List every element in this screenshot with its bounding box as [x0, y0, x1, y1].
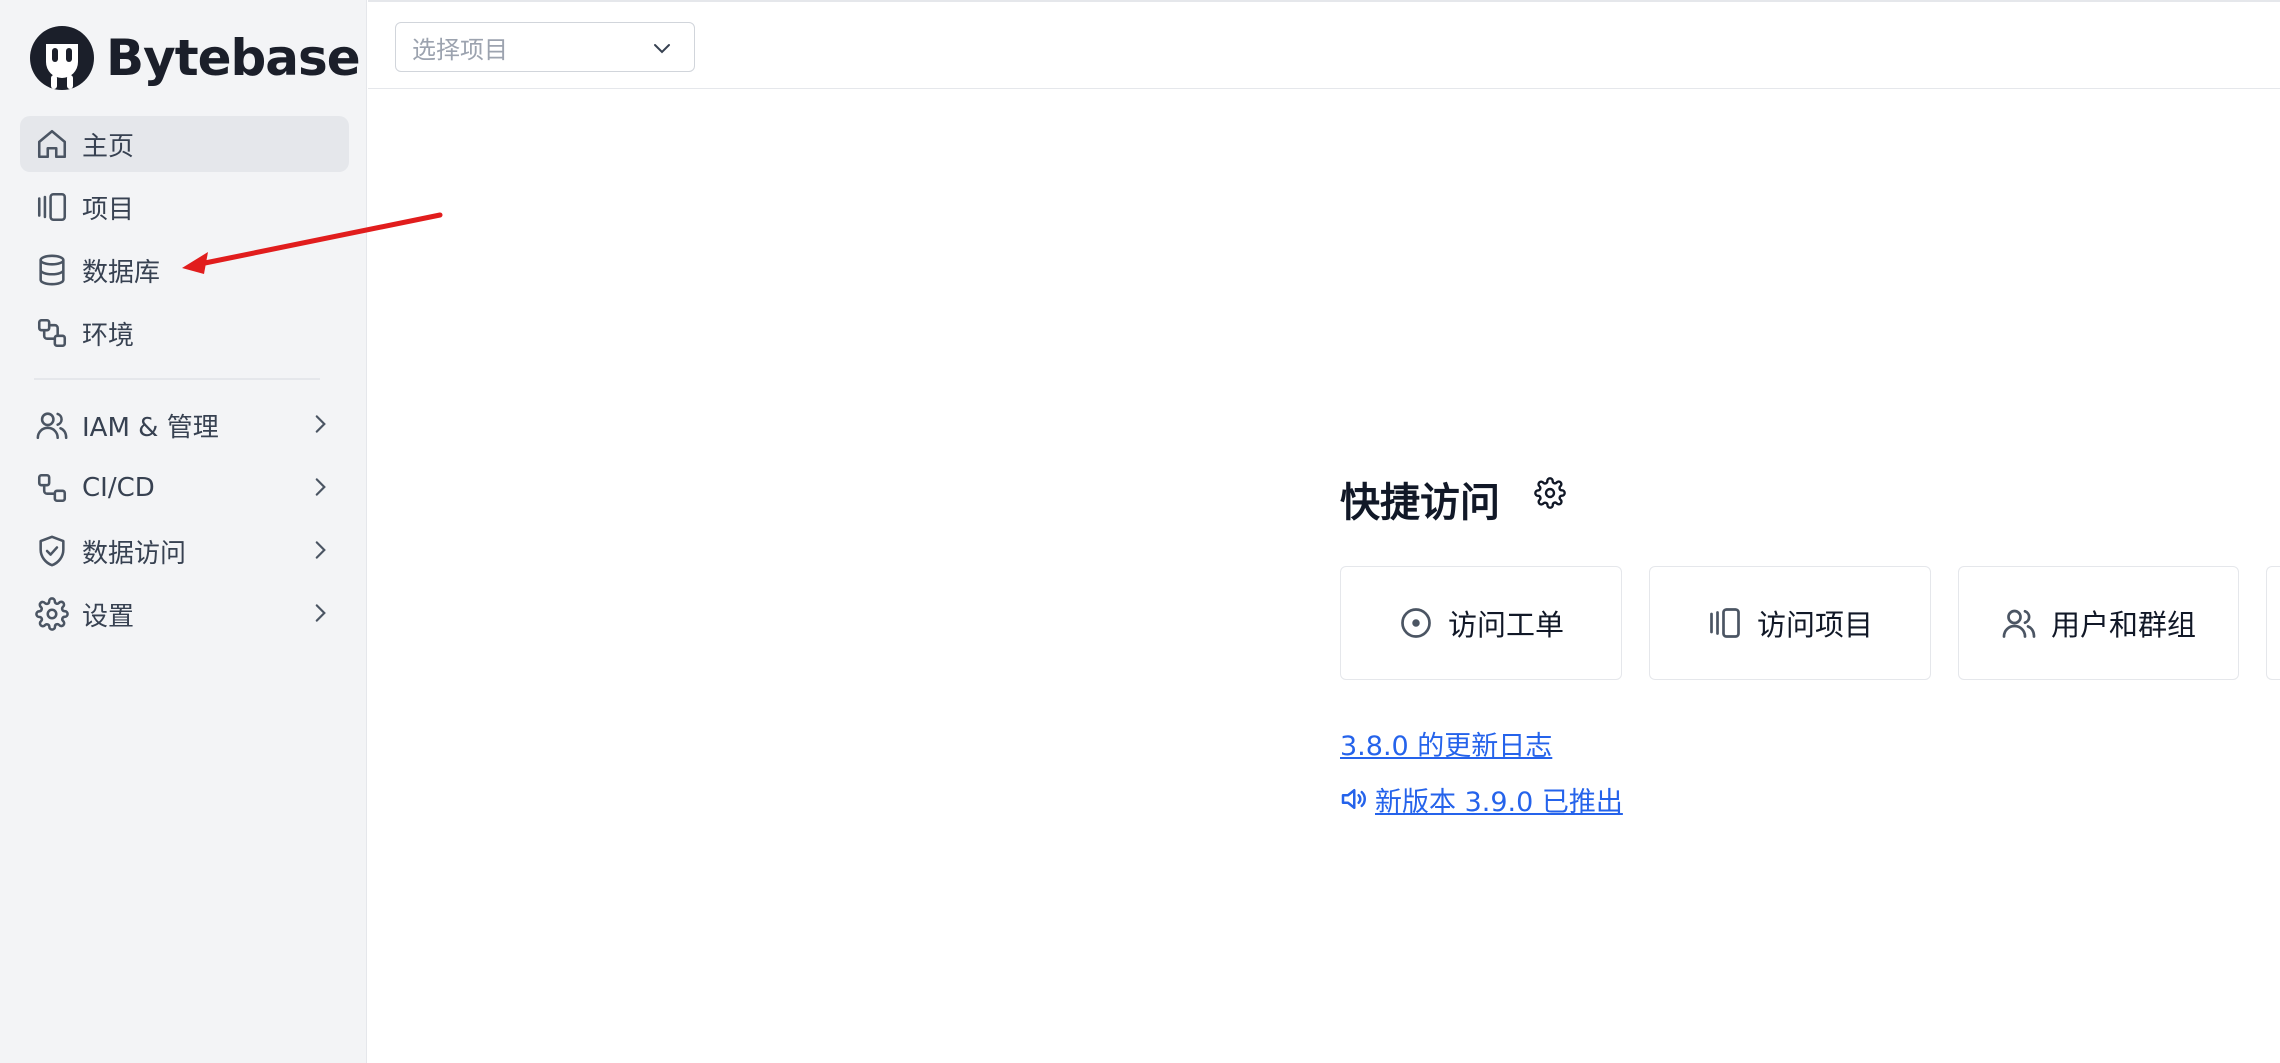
- bytebase-logo-icon: [30, 26, 94, 90]
- issue-circle-icon: [1401, 608, 1431, 638]
- users-icon: [30, 403, 74, 447]
- sidebar-group-settings[interactable]: 设置: [20, 586, 349, 642]
- sidebar-item-project[interactable]: 项目: [20, 179, 349, 235]
- quick-access-card-label: 访问项目: [1756, 608, 1873, 642]
- shield-check-icon: [30, 529, 74, 573]
- quick-access-title: 快捷访问: [1340, 480, 1500, 526]
- sidebar-group-label: 设置: [82, 601, 135, 632]
- gear-icon: [30, 592, 74, 636]
- topbar: 选择项目: [368, 0, 2280, 89]
- project-select-placeholder: 选择项目: [412, 35, 508, 64]
- quick-access-card-label: 访问工单: [1447, 608, 1564, 642]
- sidebar-item-label: 项目: [82, 194, 135, 225]
- brand-logo[interactable]: Bytebase: [28, 24, 361, 92]
- sidebar-item-home[interactable]: 主页: [20, 116, 349, 172]
- chevron-right-icon: [315, 604, 326, 622]
- sidebar-group-label: CI/CD: [82, 473, 155, 503]
- changelog-link[interactable]: 3.8.0 的更新日志: [1340, 724, 1552, 763]
- sidebar-item-database[interactable]: 数据库: [20, 242, 349, 298]
- speaker-icon: [1341, 789, 1366, 809]
- brand-name: Bytebase: [106, 29, 361, 87]
- sidebar-group-label: IAM & 管理: [82, 412, 219, 443]
- sidebar-group-data-access[interactable]: 数据访问: [20, 523, 349, 579]
- quick-access-card-users-groups[interactable]: 用户和群组: [1958, 566, 2239, 680]
- sidebar-item-label: 环境: [82, 320, 135, 351]
- project-icon: [30, 185, 74, 229]
- sidebar-group-cicd[interactable]: CI/CD: [20, 460, 349, 516]
- quick-access-card-partial[interactable]: [2266, 566, 2280, 680]
- sidebar-group-iam[interactable]: IAM & 管理: [20, 397, 349, 453]
- cicd-icon: [30, 466, 74, 510]
- app-window: Bytebase 主页 项目 数据库 环境 IAM & 管理 CI/CD 数据访…: [0, 0, 2280, 1063]
- users-icon: [2002, 609, 2036, 638]
- chevron-right-icon: [315, 541, 326, 559]
- quick-access-settings-icon[interactable]: [1534, 477, 1566, 509]
- sidebar-item-label: 主页: [82, 131, 135, 162]
- quick-access-card-label: 用户和群组: [2050, 608, 2196, 642]
- sidebar-item-environment[interactable]: 环境: [20, 305, 349, 361]
- home-icon: [30, 122, 74, 166]
- quick-access-card-projects[interactable]: 访问项目: [1649, 566, 1931, 680]
- quick-access-card-issues[interactable]: 访问工单: [1340, 566, 1622, 680]
- environment-icon: [30, 311, 74, 355]
- chevron-right-icon: [315, 415, 326, 433]
- chevron-right-icon: [315, 478, 326, 496]
- sidebar-item-label: 数据库: [82, 257, 161, 288]
- sidebar: Bytebase 主页 项目 数据库 环境 IAM & 管理 CI/CD 数据访…: [0, 0, 367, 1063]
- sidebar-group-label: 数据访问: [82, 538, 187, 569]
- chevron-down-icon: [654, 44, 670, 54]
- release-link[interactable]: 新版本 3.9.0 已推出: [1375, 780, 1623, 819]
- sidebar-divider: [34, 378, 320, 380]
- project-icon: [1710, 608, 1740, 638]
- database-icon: [30, 248, 74, 292]
- project-select[interactable]: 选择项目: [395, 22, 695, 72]
